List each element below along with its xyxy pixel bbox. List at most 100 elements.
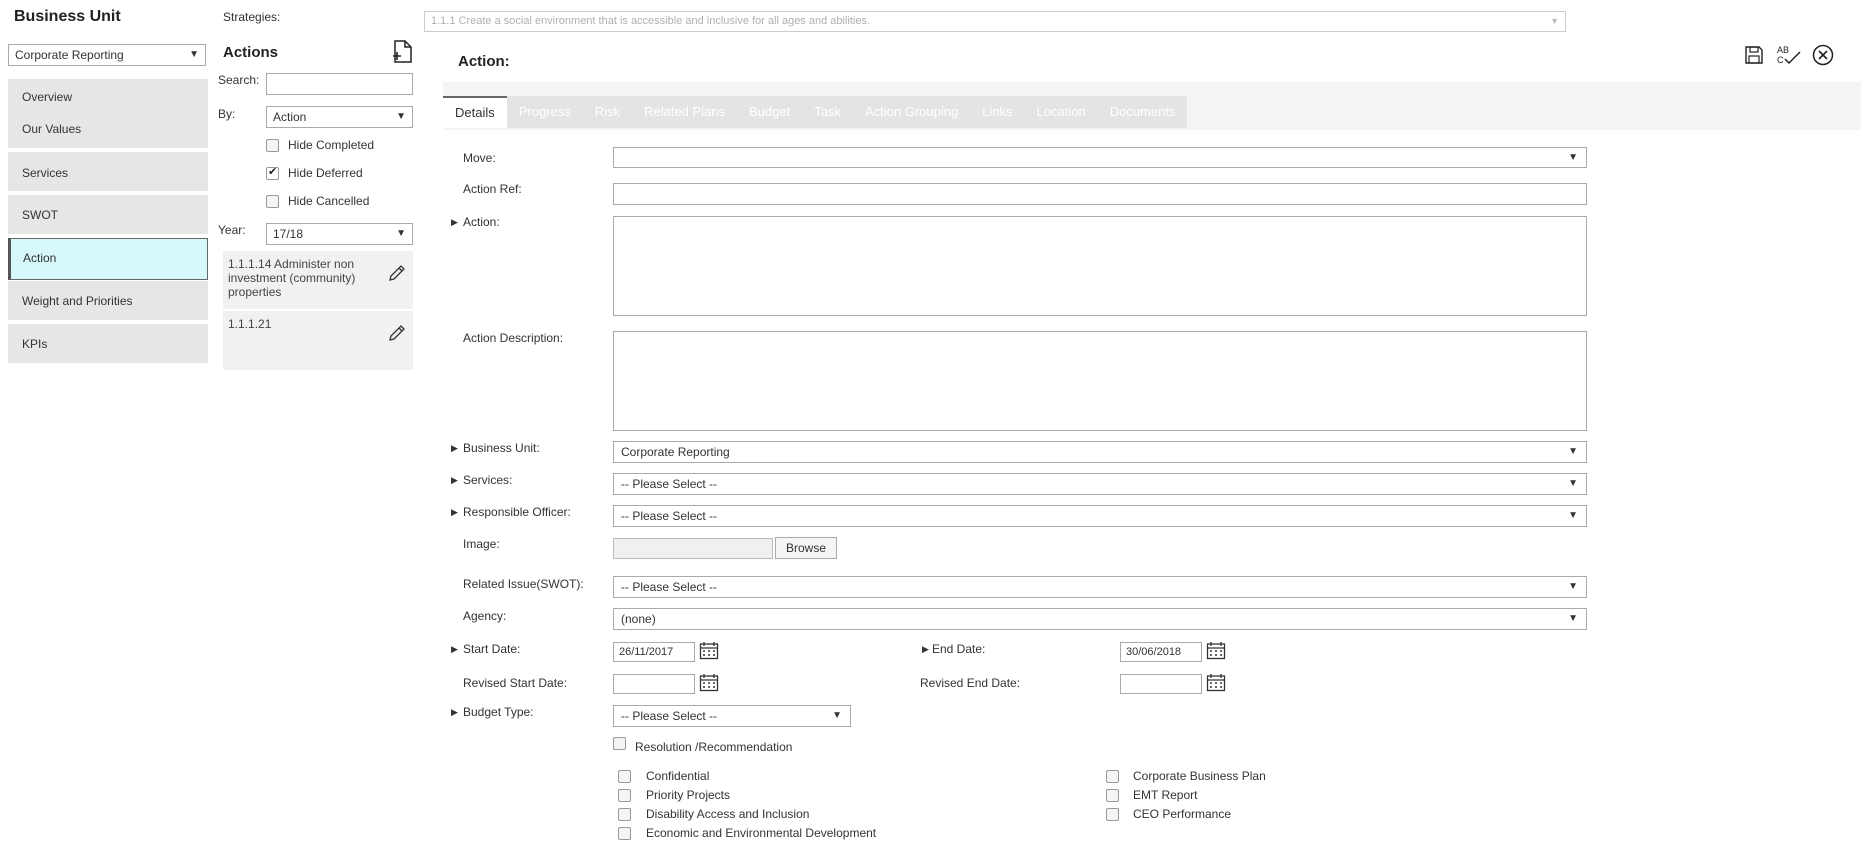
pencil-icon[interactable] — [387, 323, 407, 343]
list-item[interactable]: 1.1.1.14 Administer non investment (comm… — [223, 251, 413, 309]
tab-documents[interactable]: Documents — [1098, 96, 1188, 128]
action-description-textarea[interactable] — [613, 331, 1587, 431]
by-label: By: — [218, 107, 236, 121]
sidebar-item-swot[interactable]: SWOT — [8, 195, 208, 236]
by-select[interactable]: Action ▼ — [266, 106, 413, 128]
sidebar-item-label: Services — [22, 166, 69, 180]
sidebar-item-label: KPIs — [22, 337, 48, 351]
related-issue-select[interactable]: -- Please Select -- ▼ — [613, 576, 1587, 598]
list-item[interactable]: 1.1.1.21 — [223, 311, 413, 370]
tab-details[interactable]: Details — [443, 96, 507, 128]
expand-arrow-icon[interactable]: ▶ — [451, 507, 458, 518]
priority-projects-label: Priority Projects — [646, 788, 731, 802]
calendar-icon[interactable] — [699, 641, 719, 660]
sidebar-item-our-values[interactable]: Our Values — [8, 108, 208, 150]
year-select[interactable]: 17/18 ▼ — [266, 223, 413, 245]
hide-completed-checkbox[interactable] — [266, 139, 279, 152]
chevron-down-icon: ▼ — [1568, 613, 1578, 624]
close-icon[interactable] — [1812, 44, 1834, 66]
budget-type-label: Budget Type: — [463, 705, 534, 719]
corporate-business-plan-checkbox[interactable] — [1106, 770, 1119, 783]
image-file-input[interactable] — [613, 538, 773, 559]
pencil-icon[interactable] — [387, 263, 407, 283]
services-select-value: -- Please Select -- — [621, 477, 718, 491]
business-unit-field-select[interactable]: Corporate Reporting ▼ — [613, 441, 1587, 463]
tab-progress[interactable]: Progress — [507, 96, 583, 128]
browse-button[interactable]: Browse — [775, 537, 838, 559]
responsible-officer-select-value: -- Please Select -- — [621, 509, 718, 523]
chevron-down-icon: ▼ — [396, 111, 406, 122]
action-textarea[interactable] — [613, 216, 1587, 316]
resolution-checkbox[interactable] — [613, 737, 626, 750]
strategies-label: Strategies: — [223, 10, 281, 24]
sidebar-item-label: Action — [23, 251, 57, 265]
calendar-icon[interactable] — [699, 673, 719, 692]
sidebar-item-services[interactable]: Services — [8, 152, 208, 193]
actions-title: Actions — [223, 44, 279, 61]
expand-arrow-icon[interactable]: ▶ — [451, 644, 458, 655]
tab-location[interactable]: Location — [1025, 96, 1098, 128]
budget-type-select[interactable]: -- Please Select -- ▼ — [613, 705, 851, 727]
tab-links[interactable]: Links — [970, 96, 1024, 128]
agency-select-value: (none) — [621, 612, 656, 626]
end-date-input[interactable]: 30/06/2018 — [1120, 642, 1202, 662]
chevron-down-icon: ▼ — [1568, 478, 1578, 489]
expand-arrow-icon[interactable]: ▶ — [451, 443, 458, 454]
strategies-select-value: 1.1.1 Create a social environment that i… — [431, 15, 871, 27]
search-label: Search: — [218, 73, 260, 87]
search-input[interactable] — [266, 73, 413, 95]
list-item-text: 1.1.1.14 Administer non investment (comm… — [228, 257, 356, 299]
tab-task[interactable]: Task — [802, 96, 853, 128]
emt-report-checkbox[interactable] — [1106, 789, 1119, 802]
strategies-select[interactable]: 1.1.1 Create a social environment that i… — [424, 11, 1566, 32]
spellcheck-icon[interactable]: AB C — [1776, 44, 1802, 66]
corporate-business-plan-label: Corporate Business Plan — [1133, 769, 1266, 783]
calendar-icon[interactable] — [1206, 641, 1226, 660]
image-label: Image: — [463, 537, 500, 551]
priority-projects-checkbox[interactable] — [618, 789, 631, 802]
agency-select[interactable]: (none) ▼ — [613, 608, 1587, 630]
revised-end-date-input[interactable] — [1120, 674, 1202, 694]
move-select[interactable]: ▼ — [613, 147, 1587, 168]
disability-access-checkbox[interactable] — [618, 808, 631, 821]
chevron-down-icon: ▼ — [832, 710, 842, 721]
confidential-label: Confidential — [646, 769, 710, 783]
move-label: Move: — [463, 151, 496, 165]
sidebar-item-label: SWOT — [22, 208, 58, 222]
expand-arrow-icon[interactable]: ▶ — [922, 644, 929, 655]
ceo-performance-label: CEO Performance — [1133, 807, 1232, 821]
ceo-performance-checkbox[interactable] — [1106, 808, 1119, 821]
new-document-icon[interactable] — [392, 40, 414, 64]
tab-strip: Details Progress Risk Related Plans Budg… — [443, 96, 1188, 128]
sidebar-item-weight-and-priorities[interactable]: Weight and Priorities — [8, 281, 208, 322]
sidebar-item-action[interactable]: Action — [8, 238, 208, 280]
hide-deferred-checkbox[interactable] — [266, 165, 279, 180]
sidebar-item-label: Overview — [22, 90, 73, 104]
tab-action-grouping[interactable]: Action Grouping — [853, 96, 970, 128]
services-label: Services: — [463, 473, 513, 487]
expand-arrow-icon[interactable]: ▶ — [451, 707, 458, 718]
services-select[interactable]: -- Please Select -- ▼ — [613, 473, 1587, 495]
save-icon[interactable] — [1743, 44, 1765, 66]
confidential-checkbox[interactable] — [618, 770, 631, 783]
svg-text:C: C — [1777, 55, 1784, 65]
business-unit-select[interactable]: Corporate Reporting ▼ — [8, 44, 206, 66]
tab-budget[interactable]: Budget — [737, 96, 802, 128]
chevron-down-icon: ▼ — [396, 228, 406, 239]
tab-related-plans[interactable]: Related Plans — [632, 96, 737, 128]
related-issue-label: Related Issue(SWOT): — [463, 577, 584, 591]
responsible-officer-select[interactable]: -- Please Select -- ▼ — [613, 505, 1587, 527]
tab-risk[interactable]: Risk — [583, 96, 632, 128]
expand-arrow-icon[interactable]: ▶ — [451, 475, 458, 486]
chevron-down-icon: ▼ — [1550, 16, 1559, 26]
responsible-officer-label: Responsible Officer: — [463, 505, 571, 519]
calendar-icon[interactable] — [1206, 673, 1226, 692]
start-date-input[interactable]: 26/11/2017 — [613, 642, 695, 662]
sidebar-item-kpis[interactable]: KPIs — [8, 324, 208, 365]
hide-cancelled-checkbox[interactable] — [266, 195, 279, 208]
expand-arrow-icon[interactable]: ▶ — [451, 217, 458, 228]
business-unit-title: Business Unit — [14, 8, 121, 25]
action-ref-input[interactable] — [613, 183, 1587, 205]
revised-start-date-input[interactable] — [613, 674, 695, 694]
economic-development-checkbox[interactable] — [618, 827, 631, 840]
